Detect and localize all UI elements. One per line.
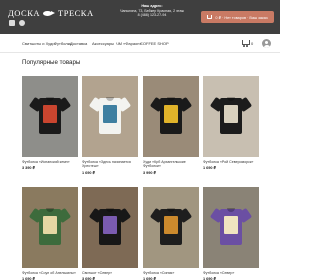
tshirt-image — [88, 94, 132, 140]
product-name[interactable]: Футболка «Соул об Апельсины» — [22, 271, 78, 275]
product-card[interactable]: Свитшот «Север» 3 690 ₽ — [82, 187, 138, 280]
logo-left-text: ДОСКА — [8, 8, 41, 18]
nav-item-tshirts[interactable]: Футболки — [54, 41, 72, 46]
phone-number[interactable]: 8 (488) 123-27-94 — [120, 13, 184, 18]
tshirt-image — [149, 205, 193, 251]
tshirt-image — [209, 205, 253, 251]
section-title: Популярные товары — [22, 59, 81, 66]
nav-item-delivery[interactable]: Доставка — [70, 41, 87, 46]
nav-item-accessories[interactable]: Аксессуары — [92, 41, 114, 46]
product-name[interactable]: Свитшот «Север» — [82, 271, 138, 275]
user-avatar-icon[interactable] — [262, 39, 271, 48]
product-price: 1 690 ₽ — [22, 277, 35, 280]
product-name[interactable]: Футболка «Север» — [203, 271, 259, 275]
product-name[interactable]: Футболка «Рой Североморск» — [203, 160, 259, 164]
tshirt-image — [88, 205, 132, 251]
main-navigation: Свитшоты и Худи Футболки Доставка Аксесс… — [0, 34, 280, 53]
product-name[interactable]: Футболка «Испанский кемп» — [22, 160, 78, 164]
product-name[interactable]: Футболка «Синяя» — [143, 271, 199, 275]
product-card[interactable]: Футболка «Синяя» 1 690 ₽ — [143, 187, 199, 280]
product-name[interactable]: Худи «Крб Архангельские Футболки» — [143, 160, 199, 169]
product-card[interactable]: Футболка «Испанский кемп» 3 390 ₽ — [22, 76, 78, 170]
product-card[interactable]: Футболка «Север» 1 690 ₽ — [203, 187, 259, 280]
tshirt-image — [149, 94, 193, 140]
product-card[interactable]: Худи «Крб Архангельские Футболки» 3 990 ₽ — [143, 76, 199, 175]
product-price: 1 690 ₽ — [203, 166, 216, 171]
fish-icon — [43, 10, 56, 16]
product-photo[interactable] — [22, 187, 78, 268]
nav-item-coffee-shop[interactable]: COFFEE SHOP — [140, 41, 169, 46]
product-card[interactable]: Футболка «Здесь начинается Хрестеш» 1 690… — [82, 76, 138, 175]
product-price: 3 990 ₽ — [143, 170, 156, 175]
product-photo[interactable] — [82, 187, 138, 268]
product-price: 1 690 ₽ — [82, 170, 95, 175]
nav-item-faraon[interactable]: ЧМ «Фараон» — [116, 41, 142, 46]
product-photo[interactable] — [143, 187, 199, 268]
tshirt-image — [209, 94, 253, 140]
social-links — [9, 20, 25, 26]
product-photo[interactable] — [203, 76, 259, 157]
product-card[interactable]: Футболка «Рой Североморск» 1 690 ₽ — [203, 76, 259, 170]
cart-summary-button[interactable]: 0 ₽ · Нет товаров · Ваш заказ — [201, 11, 274, 23]
cart-summary-label: 0 ₽ · Нет товаров · Ваш заказ — [215, 15, 268, 20]
product-name[interactable]: Футболка «Здесь начинается Хрестеш» — [82, 160, 138, 169]
store-address: Наш адрес: Чапыгина, 73, Бейкер Красная,… — [120, 4, 184, 18]
product-card[interactable]: Футболка «Соул об Апельсины» 1 690 ₽ — [22, 187, 78, 280]
product-photo[interactable] — [203, 187, 259, 268]
logo-right-text: ТРЕСКА — [58, 8, 94, 18]
cart-icon — [207, 15, 213, 19]
cart-count: 0 — [251, 41, 254, 46]
shopping-cart-icon[interactable] — [241, 39, 250, 47]
tshirt-image — [28, 94, 72, 140]
product-photo[interactable] — [143, 76, 199, 157]
product-price: 3 690 ₽ — [82, 277, 95, 280]
tshirt-image — [28, 205, 72, 251]
product-photo[interactable] — [82, 76, 138, 157]
product-price: 1 690 ₽ — [203, 277, 216, 280]
nav-item-hoodies[interactable]: Свитшоты и Худи — [22, 41, 55, 46]
telegram-icon[interactable] — [19, 20, 25, 26]
vk-icon[interactable] — [9, 20, 15, 26]
product-price: 1 690 ₽ — [143, 277, 156, 280]
product-photo[interactable] — [22, 76, 78, 157]
product-price: 3 390 ₽ — [22, 166, 35, 171]
site-logo[interactable]: ДОСКА ТРЕСКА — [8, 8, 94, 18]
top-header: ДОСКА ТРЕСКА Наш адрес: Чапыгина, 73, Бе… — [0, 0, 280, 34]
